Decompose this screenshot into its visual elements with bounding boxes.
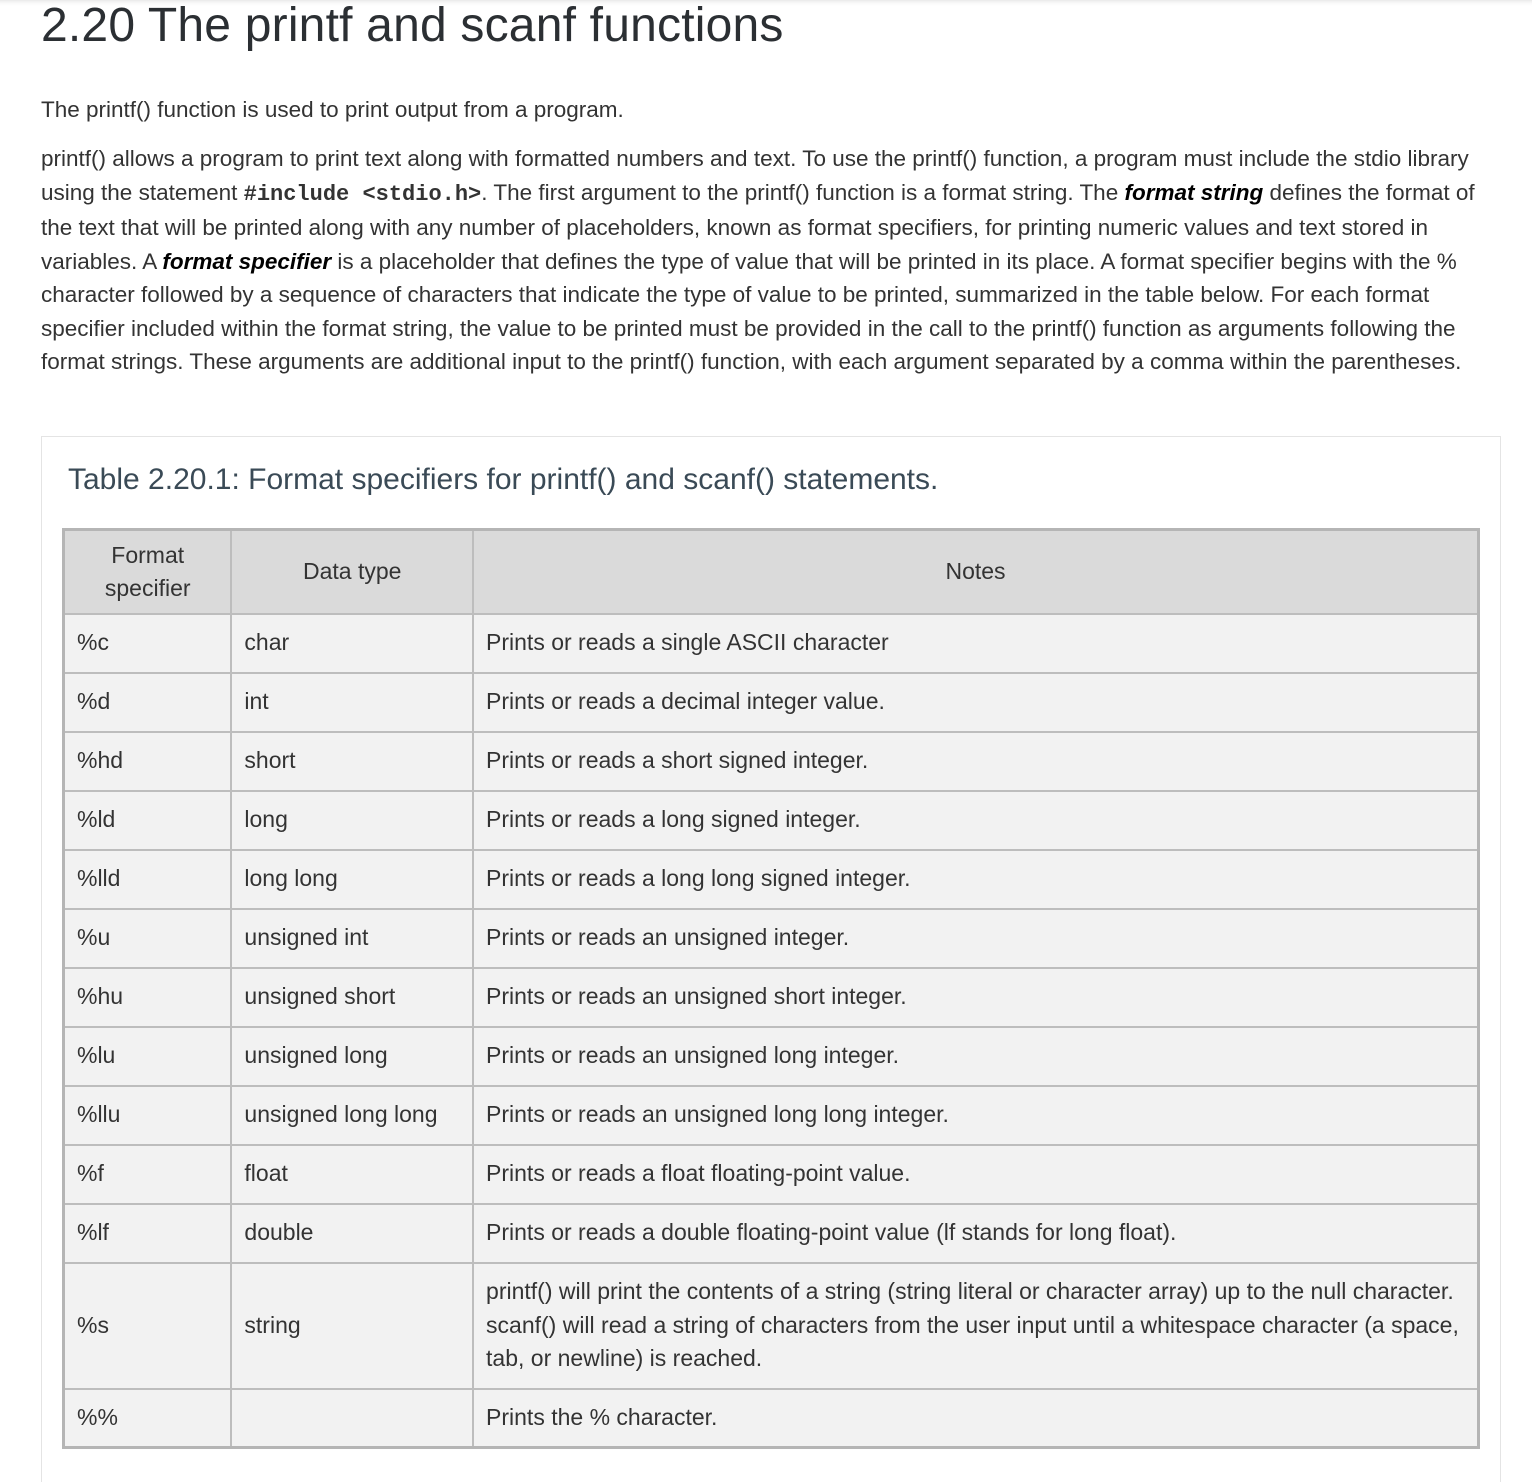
cell-data-type: double xyxy=(230,1202,475,1264)
cell-format-specifier: %d xyxy=(62,671,233,733)
cell-format-specifier: %lld xyxy=(62,848,233,910)
table-body: %c char Prints or reads a single ASCII cha… xyxy=(62,612,1480,1449)
page-title: 2.20 The printf and scanf functions xyxy=(41,0,784,52)
table-row: %hd short Prints or reads a short signed i… xyxy=(62,730,1480,792)
header-data-type: Data type xyxy=(230,528,475,615)
term-format-string: format string xyxy=(1124,179,1264,205)
table-row: %lf double Prints or reads a double floati… xyxy=(62,1202,1480,1264)
cell-data-type: string xyxy=(230,1261,475,1390)
cell-format-specifier: %f xyxy=(62,1143,233,1205)
cell-data-type: short xyxy=(230,730,475,792)
cell-notes: Prints or reads a long signed integer. xyxy=(472,789,1480,851)
table-row: %% Prints the % character. xyxy=(62,1387,1480,1449)
cell-notes: Prints or reads a single ASCII character xyxy=(472,612,1480,674)
cell-notes: Prints or reads a short signed integer. xyxy=(472,730,1480,792)
include-code: #include <stdio.h> xyxy=(243,181,482,207)
table-row: %s string printf() will print the contents… xyxy=(62,1261,1480,1390)
cell-format-specifier: %lu xyxy=(62,1025,233,1087)
cell-notes: Prints or reads an unsigned long integer… xyxy=(472,1025,1480,1087)
cell-format-specifier: %c xyxy=(62,612,233,674)
cell-format-specifier: %u xyxy=(62,907,233,969)
cell-notes: Prints or reads a decimal integer value. xyxy=(472,671,1480,733)
cell-notes: Prints or reads an unsigned integer. xyxy=(472,907,1480,969)
cell-notes: Prints the % character. xyxy=(472,1387,1480,1449)
table-caption: Table 2.20.1: Format specifiers for prin… xyxy=(68,463,939,496)
cell-format-specifier: %lf xyxy=(62,1202,233,1264)
table-row: %ld long Prints or reads a long signed int… xyxy=(62,789,1480,851)
intro-paragraph: The printf() function is used to print o… xyxy=(41,97,624,122)
cell-data-type: int xyxy=(230,671,475,733)
term-format-specifier: format specifier xyxy=(162,248,332,274)
cell-data-type: unsigned short xyxy=(230,966,475,1028)
cell-format-specifier: %hu xyxy=(62,966,233,1028)
header-format-specifier-label: Format specifier xyxy=(104,541,191,601)
header-format-specifier: Format specifier xyxy=(62,528,233,615)
table-row: %u unsigned int Prints or reads an unsigne… xyxy=(62,907,1480,969)
cell-notes: printf() will print the contents of a st… xyxy=(472,1261,1480,1390)
cell-notes: Prints or reads a float floating-point v… xyxy=(472,1143,1480,1205)
cell-format-specifier: %s xyxy=(62,1261,233,1390)
header-notes: Notes xyxy=(472,528,1480,615)
document-page: 2.20 The printf and scanf functions The … xyxy=(0,0,1532,1482)
cell-format-specifier: %hd xyxy=(62,730,233,792)
description-paragraph: printf() allows a program to print text … xyxy=(41,142,1496,379)
cell-format-specifier: %llu xyxy=(62,1084,233,1146)
table-row: %lld long long Prints or reads a long long… xyxy=(62,848,1480,910)
cell-data-type: char xyxy=(230,612,475,674)
cell-data-type: unsigned long xyxy=(230,1025,475,1087)
format-specifier-table: Format specifier Data type Notes %c char P… xyxy=(62,528,1480,1449)
cell-data-type: float xyxy=(230,1143,475,1205)
table-row: %lu unsigned long Prints or reads an unsig… xyxy=(62,1025,1480,1087)
cell-notes: Prints or reads a double floating-point … xyxy=(472,1202,1480,1264)
cell-data-type: long long xyxy=(230,848,475,910)
table-row: %hu unsigned short Prints or reads an unsi… xyxy=(62,966,1480,1028)
table-header-row: Format specifier Data type Notes xyxy=(62,528,1480,615)
cell-notes: Prints or reads an unsigned short intege… xyxy=(472,966,1480,1028)
cell-data-type: unsigned long long xyxy=(230,1084,475,1146)
cell-data-type: long xyxy=(230,789,475,851)
paragraph-text: . The first argument to the printf() fun… xyxy=(481,179,1125,205)
cell-format-specifier: %ld xyxy=(62,789,233,851)
table-row: %f float Prints or reads a float floating-… xyxy=(62,1143,1480,1205)
table-row: %llu unsigned long long Prints or reads an… xyxy=(62,1084,1480,1146)
table-row: %d int Prints or reads a decimal integer v… xyxy=(62,671,1480,733)
table-row: %c char Prints or reads a single ASCII cha… xyxy=(62,612,1480,674)
cell-notes: Prints or reads a long long signed integ… xyxy=(472,848,1480,910)
cell-format-specifier: %% xyxy=(62,1387,233,1449)
cell-data-type xyxy=(230,1387,475,1449)
cell-data-type: unsigned int xyxy=(230,907,475,969)
table-container: Table 2.20.1: Format specifiers for prin… xyxy=(41,436,1501,1482)
cell-notes: Prints or reads an unsigned long long in… xyxy=(472,1084,1480,1146)
